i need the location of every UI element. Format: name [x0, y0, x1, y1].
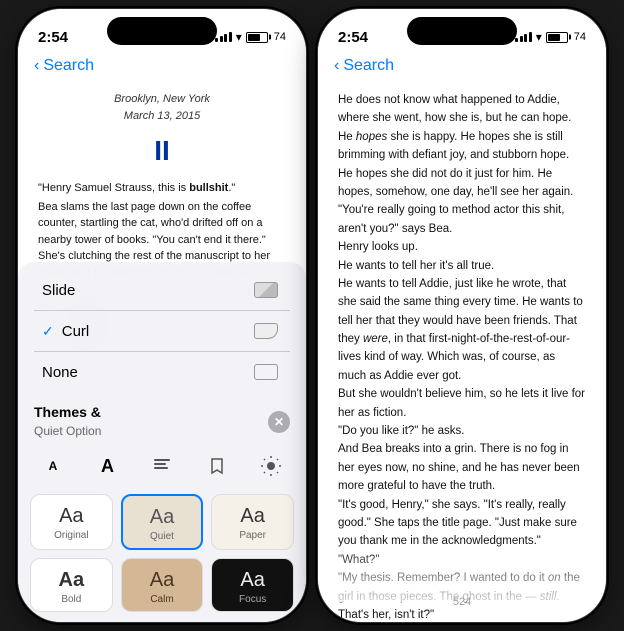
theme-paper-label: Paper: [239, 530, 266, 541]
status-bar-right: 2:54 ▾ 74: [318, 9, 606, 53]
book-location: Brooklyn, New YorkMarch 13, 2015: [38, 91, 286, 125]
theme-paper[interactable]: Aa Paper: [211, 494, 294, 550]
dynamic-island-left: [107, 17, 217, 45]
curl-icon: [250, 321, 282, 341]
theme-paper-aa: Aa: [240, 505, 264, 528]
font-options-button[interactable]: [143, 450, 181, 482]
font-size-decrease[interactable]: A: [34, 450, 72, 482]
nav-bar-left: ‹ Search: [18, 53, 306, 83]
slide-label: Slide: [42, 282, 75, 299]
chapter-number: II: [38, 129, 286, 172]
theme-original-label: Original: [54, 530, 88, 541]
status-bar-left: 2:54 ▾ 74: [18, 9, 306, 53]
theme-focus-aa: Aa: [240, 569, 264, 592]
theme-bold[interactable]: Aa Bold: [30, 558, 113, 612]
back-button-left[interactable]: ‹ Search: [34, 57, 290, 75]
toolbar-row: A A: [18, 444, 306, 488]
phones-container: 2:54 ▾ 74: [0, 0, 624, 631]
close-button[interactable]: ✕: [268, 411, 290, 433]
slide-options: Slide ✓ Curl: [18, 262, 306, 396]
text-format-icon: [152, 457, 172, 475]
theme-original-aa: Aa: [59, 505, 83, 528]
curl-label: Curl: [62, 323, 90, 340]
themes-header: Themes & Quiet Option ✕: [18, 396, 306, 444]
back-label-left: Search: [43, 57, 94, 75]
theme-calm[interactable]: Aa Calm: [121, 558, 204, 612]
theme-focus[interactable]: Aa Focus: [211, 558, 294, 612]
theme-focus-label: Focus: [239, 594, 266, 605]
reading-area: He does not know what happened to Addie,…: [318, 83, 606, 622]
quiet-option-label: Quiet Option: [34, 424, 101, 438]
font-size-increase[interactable]: A: [89, 450, 127, 482]
left-phone: 2:54 ▾ 74: [17, 8, 307, 623]
back-button-right[interactable]: ‹ Search: [334, 57, 590, 75]
wifi-icon-right: ▾: [536, 30, 542, 44]
slide-option-none[interactable]: None: [34, 352, 290, 392]
theme-bold-label: Bold: [61, 594, 81, 605]
status-icons-left: ▾ 74: [215, 30, 286, 44]
slide-option-curl[interactable]: ✓ Curl: [34, 311, 290, 352]
slide-icon-slide: [250, 280, 282, 300]
signal-icon: [215, 32, 232, 42]
status-icons-right: ▾ 74: [515, 30, 586, 44]
nav-bar-right: ‹ Search: [318, 53, 606, 83]
bookmark-icon: [210, 457, 224, 475]
theme-original[interactable]: Aa Original: [30, 494, 113, 550]
theme-calm-label: Calm: [150, 594, 173, 605]
themes-title: Themes &: [34, 404, 101, 420]
theme-calm-aa: Aa: [150, 569, 174, 592]
bookmark-button[interactable]: [198, 450, 236, 482]
slide-panel: Slide ✓ Curl: [18, 262, 306, 622]
signal-icon-right: [515, 32, 532, 42]
theme-quiet-label: Quiet: [150, 531, 174, 542]
themes-grid: Aa Original Aa Quiet Aa Paper Aa Bold: [18, 488, 306, 622]
battery-icon-right: [546, 32, 568, 43]
theme-quiet-aa: Aa: [150, 506, 174, 529]
none-label: None: [42, 364, 78, 381]
none-icon: [250, 362, 282, 382]
theme-quiet[interactable]: Aa Quiet: [121, 494, 204, 550]
brightness-icon: [261, 456, 281, 476]
slide-option-slide[interactable]: Slide: [34, 270, 290, 311]
battery-icon: [246, 32, 268, 43]
wifi-icon: ▾: [236, 30, 242, 44]
page-number: 524: [449, 592, 475, 612]
time-left: 2:54: [38, 29, 68, 46]
theme-bold-aa: Aa: [59, 569, 85, 592]
dynamic-island-right: [407, 17, 517, 45]
battery-text-right: 74: [574, 31, 586, 43]
brightness-button[interactable]: [252, 450, 290, 482]
battery-text-left: 74: [274, 31, 286, 43]
right-phone: 2:54 ▾ 74: [317, 8, 607, 623]
time-right: 2:54: [338, 29, 368, 46]
back-label-right: Search: [343, 57, 394, 75]
curl-checkmark: ✓: [42, 323, 54, 340]
